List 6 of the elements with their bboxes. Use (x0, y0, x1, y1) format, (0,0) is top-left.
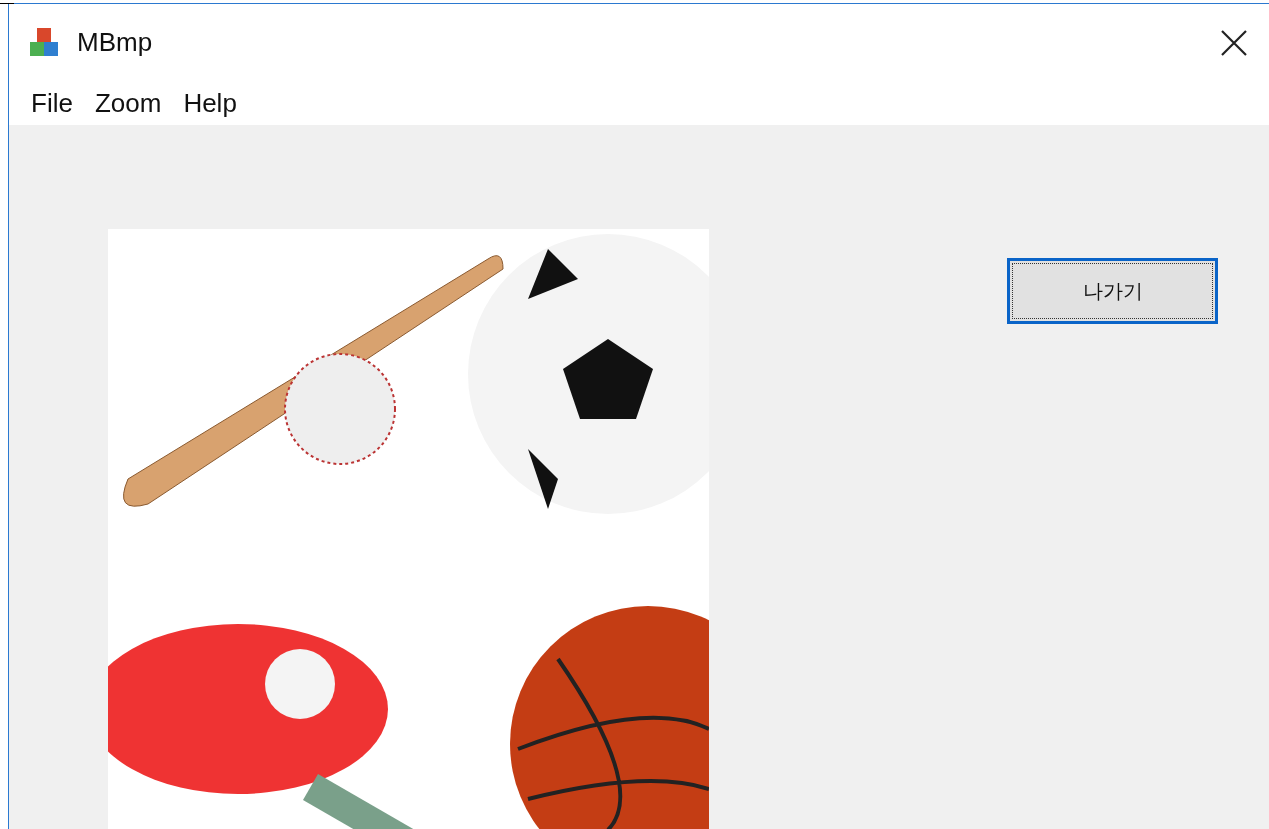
exit-button[interactable]: 나가기 (1007, 258, 1218, 324)
menu-item[interactable]: Help (175, 83, 245, 123)
window-title: MBmp (77, 26, 153, 59)
menu-item[interactable]: Zoom (86, 83, 170, 123)
close-icon (1221, 29, 1247, 56)
menu-item[interactable]: File (23, 83, 81, 123)
